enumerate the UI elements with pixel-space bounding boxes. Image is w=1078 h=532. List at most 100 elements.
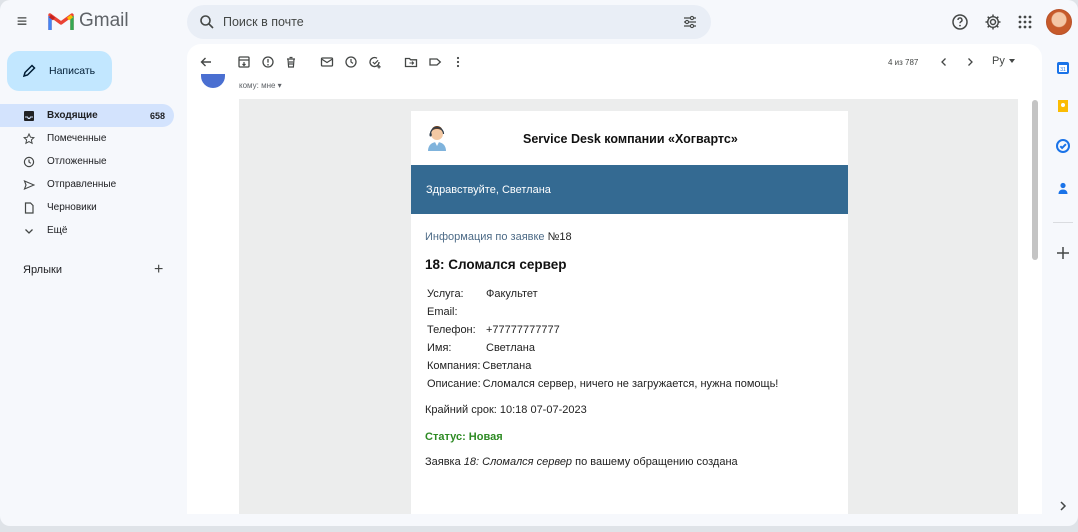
add-task-icon[interactable] <box>368 55 382 69</box>
send-icon <box>23 179 35 190</box>
field-label: Email: <box>427 306 458 318</box>
label-icon[interactable] <box>428 55 442 69</box>
sidebar-nav: Входящие 658 Помеченные Отложенные Отпра… <box>0 104 180 242</box>
top-bar: ≡ Gmail Поиск в почте <box>0 0 1078 44</box>
settings-gear-icon[interactable] <box>984 13 1002 31</box>
report-spam-icon[interactable] <box>261 55 275 69</box>
caret-down-icon[interactable] <box>1009 59 1015 63</box>
message-panel: 4 из 787 Ру кому: мне ▾ Service Desk ком… <box>187 44 1042 514</box>
archive-icon[interactable] <box>237 55 251 69</box>
sidebar-item-label: Ещё <box>47 225 68 236</box>
rail-divider <box>1053 222 1073 223</box>
sender-avatar[interactable] <box>201 74 225 88</box>
gmail-logo[interactable]: Gmail <box>48 10 129 32</box>
ticket-deadline: Крайний срок: 10:18 07-07-2023 <box>425 404 587 416</box>
compose-button[interactable]: Написать <box>7 51 112 91</box>
chevron-down-icon <box>25 228 33 234</box>
field-value: Факультет <box>486 288 538 300</box>
note-prefix: Заявка <box>425 456 464 468</box>
main-menu-icon[interactable]: ≡ <box>12 12 32 32</box>
add-label-button[interactable]: + <box>154 261 163 279</box>
clock-icon <box>23 156 35 167</box>
star-icon <box>23 132 35 144</box>
greeting-banner: Здравствуйте, Светлана <box>411 165 848 214</box>
move-to-folder-icon[interactable] <box>404 55 418 69</box>
note-suffix: по вашему обращению создана <box>572 456 738 468</box>
support-agent-icon <box>428 126 446 151</box>
back-arrow-icon[interactable] <box>199 55 213 69</box>
search-options-icon[interactable] <box>683 15 697 29</box>
ticket-info-prefix: Информация по заявке <box>425 231 548 243</box>
tasks-icon[interactable] <box>1055 138 1071 154</box>
field-row-service: Услуга: Факультет <box>427 285 834 303</box>
unread-count-badge: 658 <box>149 110 165 121</box>
help-icon[interactable] <box>951 13 969 31</box>
pager-count: 4 из 787 <box>888 58 919 67</box>
field-label: Компания: <box>427 360 481 372</box>
apps-grid-icon[interactable] <box>1016 13 1034 31</box>
more-vert-icon[interactable] <box>451 55 465 69</box>
email-header: Service Desk компании «Хогвартс» <box>411 111 848 165</box>
email-card: Service Desk компании «Хогвартс» Здравст… <box>411 111 848 514</box>
email-title: Service Desk компании «Хогвартс» <box>523 132 738 146</box>
labels-heading: Ярлыки <box>23 264 62 276</box>
ticket-number: №18 <box>547 231 572 243</box>
search-bar[interactable]: Поиск в почте <box>187 5 711 39</box>
recipient-details-toggle[interactable]: кому: мне ▾ <box>239 81 282 90</box>
field-value: Светлана <box>482 360 532 372</box>
field-row-phone: Телефон: +77777777777 <box>427 321 834 339</box>
account-avatar[interactable] <box>1046 9 1072 35</box>
keep-icon[interactable] <box>1055 98 1071 114</box>
draft-icon <box>24 201 34 214</box>
field-value: Сломался сервер, ничего не загружается, … <box>482 378 779 390</box>
sidebar-item-sent[interactable]: Отправленные <box>0 173 180 196</box>
sidebar-item-label: Входящие <box>47 110 98 121</box>
expand-side-panel-icon[interactable] <box>1055 498 1071 514</box>
snooze-clock-icon[interactable] <box>344 55 358 69</box>
ticket-title: 18: Сломался сервер <box>425 257 567 272</box>
newer-chevron-right-icon[interactable] <box>963 55 977 69</box>
email-content: Информация по заявке №18 18: Сломался се… <box>411 231 848 468</box>
pencil-icon <box>22 64 36 78</box>
contacts-icon[interactable] <box>1055 180 1071 196</box>
inbox-icon <box>24 110 34 121</box>
add-addon-plus-icon[interactable] <box>1055 245 1071 261</box>
ticket-fields: Услуга: Факультет Email: Телефон: +77777… <box>427 285 834 393</box>
compose-label: Написать <box>49 65 96 77</box>
calendar-icon[interactable]: 31 <box>1055 60 1071 76</box>
sidebar-item-inbox[interactable]: Входящие 658 <box>0 104 174 127</box>
field-row-email: Email: <box>427 303 834 321</box>
ticket-created-note: Заявка 18: Сломался сервер по вашему обр… <box>425 456 834 468</box>
field-label: Услуга: <box>427 288 464 300</box>
field-label: Имя: <box>427 342 452 354</box>
note-ticket-ref: 18: Сломался сервер <box>463 456 573 468</box>
sidebar-item-more[interactable]: Ещё <box>0 219 180 242</box>
search-icon[interactable] <box>199 14 215 30</box>
field-row-company: Компания: Светлана <box>427 357 834 375</box>
field-row-name: Имя: Светлана <box>427 339 834 357</box>
ticket-status: Статус: Новая <box>425 431 503 443</box>
email-body-background: Service Desk компании «Хогвартс» Здравст… <box>239 99 1018 514</box>
scrollbar-thumb[interactable] <box>1032 100 1038 260</box>
sidebar-item-snoozed[interactable]: Отложенные <box>0 150 180 173</box>
svg-text:31: 31 <box>1060 67 1066 73</box>
gmail-wordmark: Gmail <box>79 10 129 31</box>
field-label: Телефон: <box>427 324 476 336</box>
sidebar-item-drafts[interactable]: Черновики <box>0 196 180 219</box>
ticket-info-line: Информация по заявке №18 <box>425 231 834 243</box>
mark-unread-icon[interactable] <box>320 55 334 69</box>
field-row-description: Описание: Сломался сервер, ничего не заг… <box>427 375 834 393</box>
delete-icon[interactable] <box>284 55 298 69</box>
field-value: Светлана <box>486 342 535 354</box>
search-input[interactable]: Поиск в почте <box>223 15 304 29</box>
sidebar-item-starred[interactable]: Помеченные <box>0 127 180 150</box>
gmail-window: ≡ Gmail Поиск в почте Написать Входящие … <box>0 0 1078 526</box>
gmail-m-icon <box>48 13 74 30</box>
input-language-selector[interactable]: Ру <box>992 55 1005 67</box>
older-chevron-left-icon[interactable] <box>937 55 951 69</box>
field-value[interactable]: +77777777777 <box>486 324 560 336</box>
sidebar-item-label: Черновики <box>47 202 97 213</box>
message-toolbar: 4 из 787 Ру <box>187 44 1042 80</box>
sidebar-item-label: Отложенные <box>47 156 107 167</box>
field-label: Описание: <box>427 378 481 390</box>
